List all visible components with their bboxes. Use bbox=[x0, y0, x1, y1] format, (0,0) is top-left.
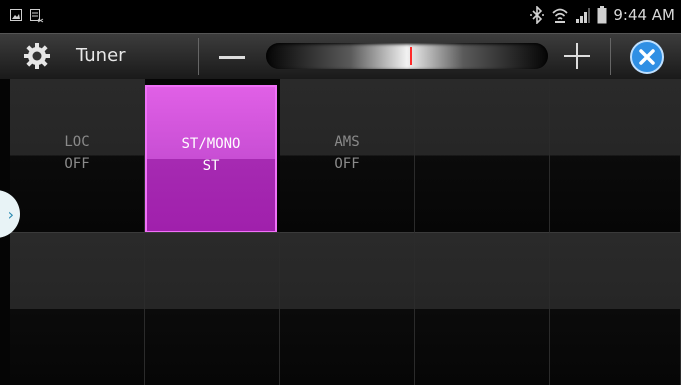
tile-empty[interactable] bbox=[145, 232, 280, 385]
tile-empty[interactable] bbox=[550, 79, 681, 232]
tile-value: OFF bbox=[334, 156, 360, 172]
status-bar: 9:44 AM bbox=[0, 0, 681, 33]
tune-down-button[interactable] bbox=[219, 56, 245, 59]
tile-value: ST bbox=[202, 158, 220, 174]
document-icon bbox=[30, 9, 44, 23]
divider bbox=[610, 38, 611, 75]
divider bbox=[198, 38, 199, 75]
tile-empty[interactable] bbox=[415, 79, 550, 232]
page-title: Tuner bbox=[76, 45, 126, 66]
tile-grid: LOC OFF ST/MONO ST AMS OFF bbox=[0, 79, 681, 385]
tile-empty[interactable] bbox=[550, 232, 681, 385]
tile-empty[interactable] bbox=[280, 232, 415, 385]
picture-icon bbox=[10, 9, 22, 21]
battery-icon bbox=[597, 6, 607, 24]
signal-icon bbox=[576, 8, 591, 23]
tile-label: ST/MONO bbox=[181, 136, 241, 152]
tile-value: OFF bbox=[64, 156, 90, 172]
wifi-icon bbox=[552, 8, 568, 23]
close-icon[interactable] bbox=[629, 39, 665, 75]
tile-label: LOC bbox=[64, 134, 90, 150]
clock: 9:44 AM bbox=[613, 6, 675, 24]
tile-loc[interactable]: LOC OFF bbox=[10, 79, 145, 232]
title-bar: Tuner bbox=[0, 33, 681, 80]
tile-label: AMS bbox=[334, 134, 360, 150]
tile-ams[interactable]: AMS OFF bbox=[280, 79, 415, 232]
gear-icon[interactable] bbox=[24, 43, 50, 69]
tile-empty[interactable] bbox=[415, 232, 550, 385]
tune-up-button[interactable] bbox=[564, 43, 590, 69]
chevron-right-icon: › bbox=[7, 204, 14, 224]
tuning-slider[interactable] bbox=[266, 43, 548, 69]
bluetooth-icon bbox=[530, 6, 545, 24]
tile-empty[interactable] bbox=[10, 232, 145, 385]
tile-st-mono[interactable]: ST/MONO ST bbox=[145, 85, 277, 233]
tuning-marker bbox=[410, 47, 412, 65]
